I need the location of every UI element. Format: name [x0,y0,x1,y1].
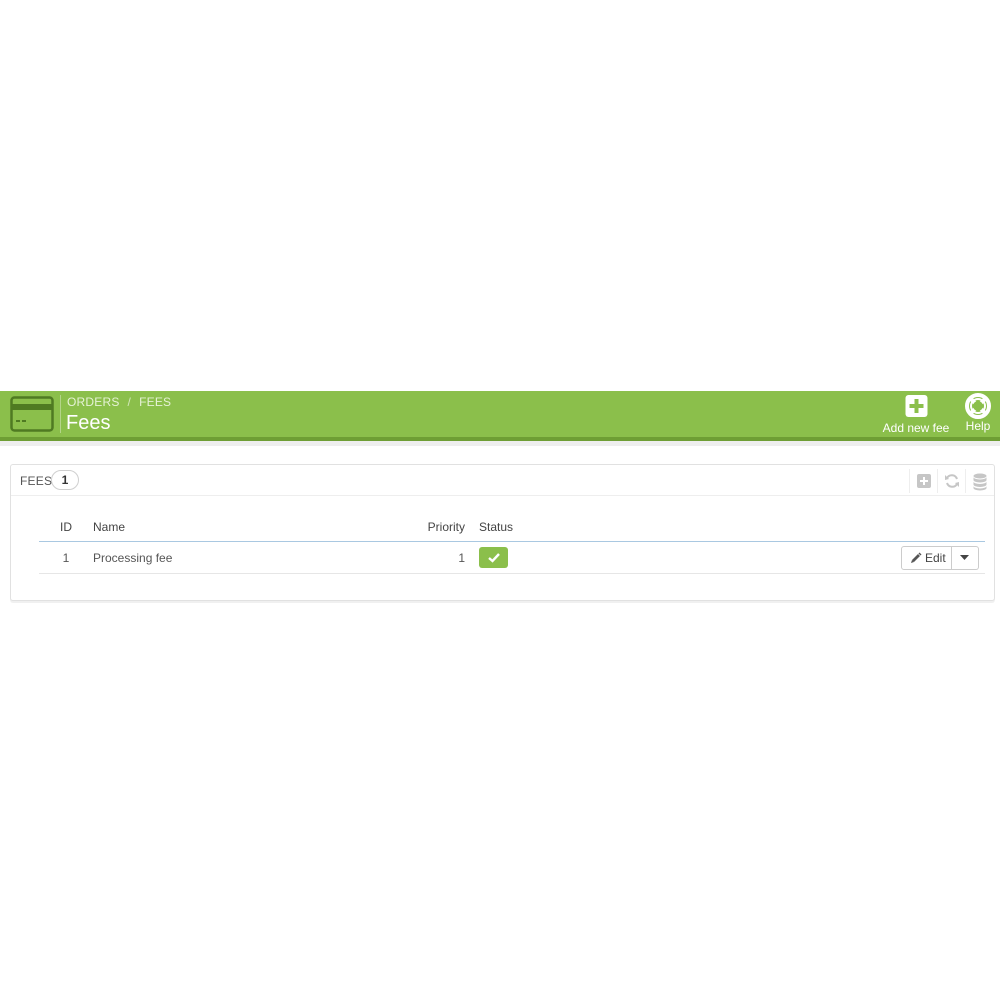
column-priority[interactable]: Priority [375,513,477,542]
page-header: ORDERS / FEES Fees Add new fee Help [0,391,1000,441]
edit-button[interactable]: Edit [901,545,952,570]
add-icon [917,474,931,488]
add-new-fee-label: Add new fee [882,421,950,435]
row-action-group: Edit [901,545,979,570]
refresh-list-button[interactable] [937,469,966,493]
add-new-fee-button[interactable]: Add new fee [879,395,953,435]
database-icon [973,473,987,491]
sql-query-button[interactable] [965,469,994,493]
help-label: Help [965,419,991,433]
edit-label: Edit [925,550,946,565]
status-toggle-button[interactable] [479,547,508,568]
panel-title: FEES [20,474,53,488]
more-actions-dropdown[interactable] [952,545,979,570]
column-id[interactable]: ID [39,513,93,542]
row-name: Processing fee [93,541,375,574]
row-actions: Edit [559,541,985,574]
column-name[interactable]: Name [93,513,375,542]
lifebuoy-icon [965,393,991,419]
page-title: Fees [66,412,111,434]
header-shadow [0,441,1000,446]
row-id: 1 [39,541,93,574]
credit-card-icon [10,396,54,432]
add-fee-tool-button[interactable] [909,469,938,493]
help-button[interactable]: Help [958,393,998,433]
fees-count-badge: 1 [51,470,79,490]
row-status [477,541,559,574]
plus-square-icon [905,395,927,417]
panel-heading: FEES 1 [11,465,994,496]
header-divider [60,395,61,433]
column-actions [559,513,985,542]
breadcrumb-orders[interactable]: ORDERS [67,395,120,409]
caret-down-icon [960,554,969,560]
breadcrumb-fees[interactable]: FEES [139,395,171,409]
breadcrumb-separator: / [127,395,132,409]
table-row[interactable]: 1 Processing fee 1 Edit [39,541,985,574]
column-status[interactable]: Status [477,513,559,542]
row-priority: 1 [375,541,477,574]
pencil-icon [911,552,922,563]
breadcrumb: ORDERS / FEES [67,395,171,409]
refresh-icon [945,474,959,488]
fees-table: ID Name Priority Status 1 Processing fee… [39,513,985,574]
check-icon [488,553,500,563]
table-header-row: ID Name Priority Status [39,513,985,542]
fees-panel: FEES 1 ID Name Priority Status 1 Process… [10,464,995,601]
